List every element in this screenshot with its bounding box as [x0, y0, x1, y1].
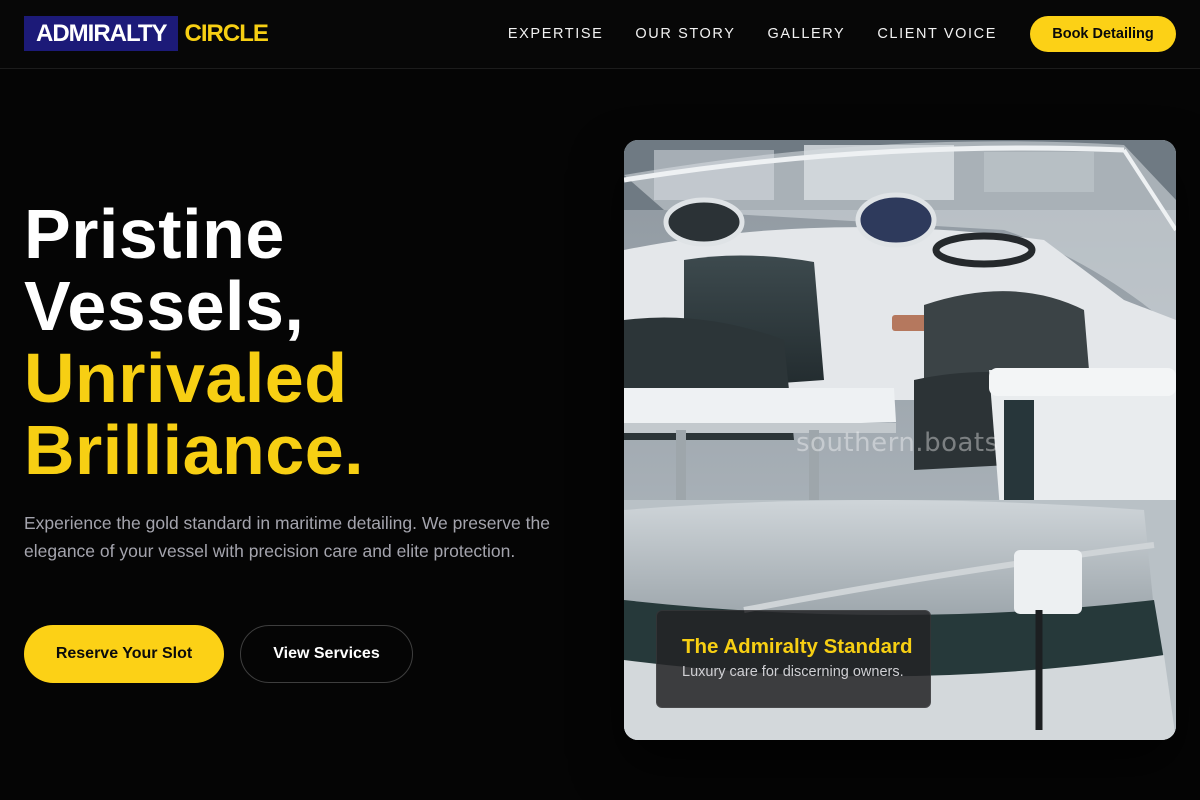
book-detailing-button[interactable]: Book Detailing [1030, 16, 1176, 52]
hero-headline-accent-line-1: Unrivaled [24, 339, 348, 417]
site-header: ADMIRALTY CIRCLE EXPERTISE OUR STORY GAL… [0, 0, 1200, 69]
boat-cockpit-photo: southern.boats The Admiralty Standard Lu… [624, 140, 1176, 740]
caption-text: Luxury care for discerning owners. [682, 664, 904, 680]
brand-name-primary: ADMIRALTY [24, 16, 178, 51]
nav-link-client-voice[interactable]: CLIENT VOICE [877, 26, 997, 42]
hero-headline-line-2: Vessels, [24, 267, 305, 345]
brand-name-accent: CIRCLE [184, 19, 269, 47]
caption-title: The Admiralty Standard [682, 635, 913, 658]
image-watermark: southern.boats [796, 428, 999, 458]
main-nav: EXPERTISE OUR STORY GALLERY CLIENT VOICE [508, 0, 997, 68]
image-caption-card: The Admiralty Standard Luxury care for d… [656, 610, 931, 708]
hero-headline: Pristine Vessels, Unrivaled Brilliance. [24, 198, 364, 486]
nav-link-expertise[interactable]: EXPERTISE [508, 26, 604, 42]
reserve-slot-button[interactable]: Reserve Your Slot [24, 625, 224, 683]
brand-logo[interactable]: ADMIRALTY CIRCLE [24, 16, 269, 51]
view-services-button[interactable]: View Services [240, 625, 413, 683]
nav-link-gallery[interactable]: GALLERY [768, 26, 846, 42]
hero-headline-accent-line-2: Brilliance. [24, 411, 365, 489]
hero-subtitle: Experience the gold standard in maritime… [24, 513, 550, 561]
hero-headline-line-1: Pristine [24, 195, 285, 273]
nav-link-our-story[interactable]: OUR STORY [635, 26, 735, 42]
